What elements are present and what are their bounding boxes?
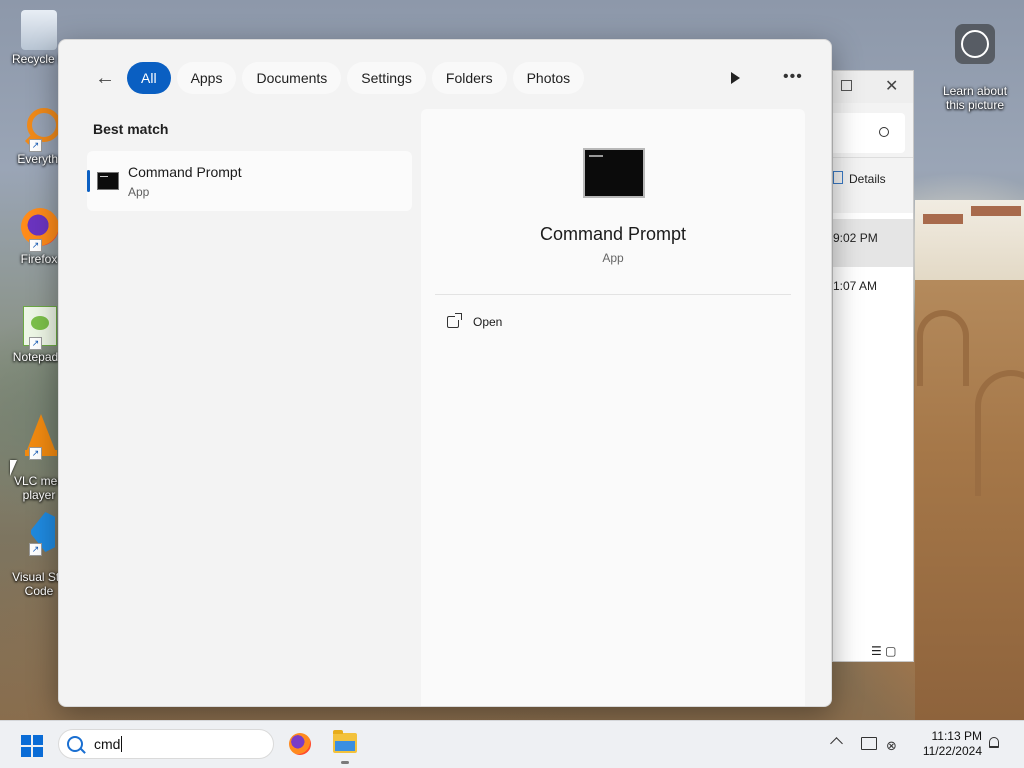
result-type: App xyxy=(128,185,150,199)
maximize-icon[interactable] xyxy=(841,80,852,91)
tab-settings[interactable]: Settings xyxy=(347,62,426,94)
desktop-icon-label: Everythi xyxy=(17,152,61,166)
back-arrow-icon[interactable]: ← xyxy=(95,68,117,90)
recycle-bin-icon xyxy=(21,10,57,50)
notepad-plus-plus-icon: ↗ xyxy=(17,304,61,350)
tab-documents[interactable]: Documents xyxy=(242,62,342,94)
table-row[interactable]: 1:07 AM xyxy=(833,279,877,293)
best-match-heading: Best match xyxy=(93,121,169,137)
open-external-icon xyxy=(447,313,462,328)
more-options-icon[interactable]: ••• xyxy=(783,68,803,86)
display-icon[interactable] xyxy=(861,737,877,750)
search-icon xyxy=(67,736,83,752)
tab-all[interactable]: All xyxy=(127,62,171,94)
play-icon[interactable] xyxy=(731,72,740,84)
clock-time: 11:13 PM xyxy=(931,729,982,743)
firefox-taskbar-icon[interactable] xyxy=(289,733,311,755)
desktop-icon-label: Firefox xyxy=(20,252,58,266)
explorer-search-input[interactable] xyxy=(833,113,905,153)
everything-search-icon: ↗ xyxy=(17,106,61,152)
open-action[interactable]: Open xyxy=(447,313,503,329)
taskbar: cmd ⊗ 11:13 PM 11/22/2024 xyxy=(0,720,1024,768)
divider xyxy=(435,294,791,295)
tab-apps[interactable]: Apps xyxy=(176,62,237,94)
camera-info-icon xyxy=(955,24,995,64)
tab-folders[interactable]: Folders xyxy=(431,62,507,94)
taskbar-clock[interactable]: 11:13 PM 11/22/2024 xyxy=(910,729,982,759)
explorer-titlebar: ✕ xyxy=(833,71,913,103)
mouse-cursor-icon xyxy=(10,460,17,476)
detail-title: Command Prompt xyxy=(539,224,687,244)
close-icon[interactable]: ✕ xyxy=(885,76,898,96)
tab-photos[interactable]: Photos xyxy=(512,62,585,94)
notification-bell-icon[interactable] xyxy=(989,737,999,748)
firefox-icon: ↗ xyxy=(17,206,61,252)
wallpaper-houses xyxy=(915,200,1024,285)
detail-subtitle: App xyxy=(602,251,624,265)
search-query: cmd xyxy=(94,736,123,752)
list-view-icon[interactable]: ☰ xyxy=(871,644,882,658)
learn-about-label: Learn about this picture xyxy=(942,84,1008,112)
vscode-icon: ↗ xyxy=(17,510,61,556)
command-prompt-icon xyxy=(97,172,119,190)
clock-date: 11/22/2024 xyxy=(922,744,982,758)
details-pane-icon xyxy=(833,171,843,184)
start-search-panel: ← All Apps Documents Settings Folders Ph… xyxy=(58,39,832,707)
file-explorer-window[interactable]: ✕ Details 9:02 PM 1:07 AM ☰ ▢ xyxy=(832,70,914,662)
search-filter-tabs: All Apps Documents Settings Folders Phot… xyxy=(127,62,585,94)
chevron-up-icon[interactable] xyxy=(830,737,843,750)
selection-indicator xyxy=(87,170,90,192)
vlc-icon: ↗ xyxy=(17,414,61,460)
running-indicator xyxy=(341,761,349,764)
start-button[interactable] xyxy=(21,735,43,757)
file-explorer-taskbar-icon[interactable] xyxy=(333,730,357,753)
wallpaper-bridge xyxy=(915,280,1024,720)
network-icon[interactable]: ⊗ xyxy=(886,738,897,754)
view-toggle[interactable]: ☰ ▢ xyxy=(871,644,896,658)
open-label: Open xyxy=(473,315,503,329)
result-name: Command Prompt xyxy=(128,164,242,180)
table-row[interactable]: 9:02 PM xyxy=(833,219,913,267)
tiles-view-icon[interactable]: ▢ xyxy=(885,644,896,658)
result-detail-pane: Command Prompt App Open xyxy=(421,109,805,706)
learn-about-picture[interactable]: Learn about this picture xyxy=(938,10,1012,112)
taskbar-search-input[interactable]: cmd xyxy=(58,729,274,759)
search-icon xyxy=(879,127,889,137)
command-prompt-icon xyxy=(583,148,645,198)
details-button[interactable]: Details xyxy=(833,171,886,186)
best-match-result[interactable]: Command Prompt App xyxy=(87,151,412,211)
